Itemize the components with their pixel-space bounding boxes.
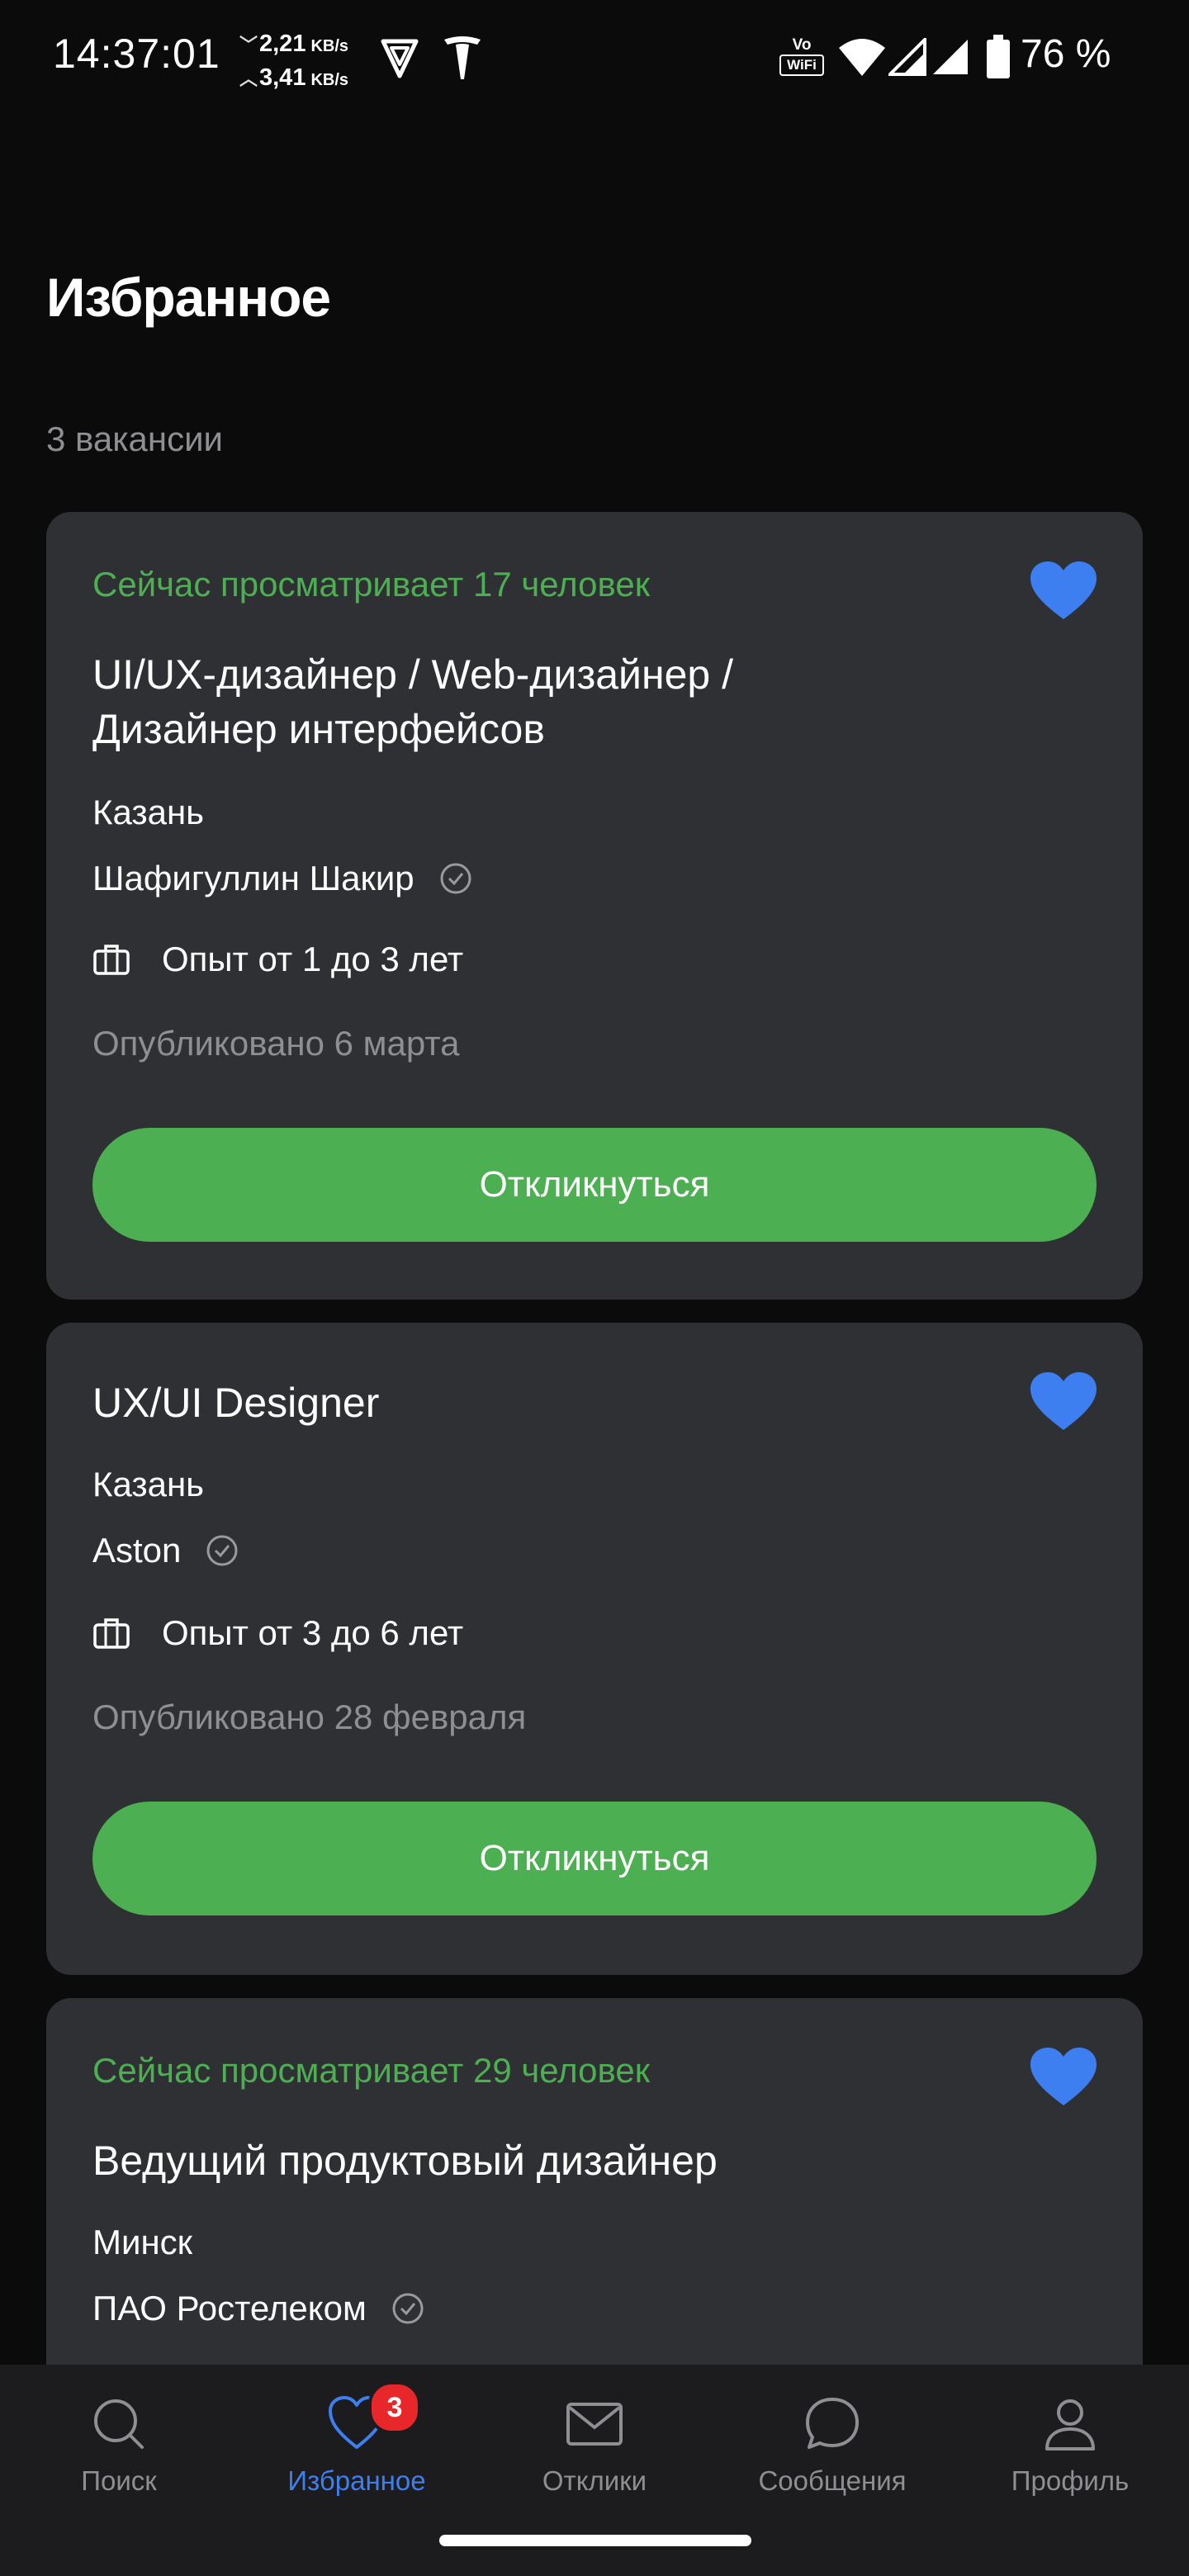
nav-responses[interactable]: Отклики	[476, 2365, 713, 2530]
experience-label: Опыт от 3 до 6 лет	[162, 1613, 464, 1652]
company-name[interactable]: Aston	[92, 1531, 239, 1570]
tesla-icon	[444, 36, 481, 79]
verified-check-icon	[206, 1535, 238, 1566]
company-name[interactable]: Шафигуллин Шакир	[92, 859, 472, 898]
experience: Опыт от 1 до 3 лет	[92, 940, 463, 979]
vacancy-card[interactable]: UX/UI Designer Казань Aston Опыт от 3 до…	[46, 1323, 1143, 1975]
network-speed: ﹀2,21 KB/s ︿3,41 KB/s	[239, 28, 348, 96]
status-bar: 14:37:01 ﹀2,21 KB/s ︿3,41 KB/s Vo WiFi 76 …	[0, 0, 1189, 124]
vacancy-city: Казань	[92, 793, 205, 831]
company-label: ПАО Ростелеком	[92, 2289, 367, 2327]
vacancy-title[interactable]: Ведущий продуктовый дизайнер	[92, 2133, 918, 2188]
user-icon	[1045, 2399, 1095, 2451]
favorite-heart-icon[interactable]	[1030, 561, 1097, 621]
nav-favorites[interactable]: 3 Избранное	[238, 2365, 476, 2530]
vacancy-count: 3 вакансии	[46, 419, 223, 458]
cellular-signal-icon	[888, 38, 926, 76]
viewers-count: Сейчас просматривает 29 человек	[92, 2051, 651, 2090]
nav-favorites-label: Избранное	[287, 2465, 426, 2496]
chat-bubble-icon	[806, 2398, 859, 2449]
vacancy-title[interactable]: UX/UI Designer	[92, 1376, 918, 1430]
company-name[interactable]: ПАО Ростелеком	[92, 2289, 424, 2328]
battery-icon	[987, 35, 1010, 78]
vacancy-city: Минск	[92, 2223, 193, 2261]
vowifi-top: Vo	[792, 36, 812, 54]
published-date: Опубликовано 28 февраля	[92, 1698, 527, 1736]
nav-profile[interactable]: Профиль	[951, 2365, 1189, 2530]
page-title: Избранное	[46, 267, 331, 328]
battery-percent: 76 %	[1021, 32, 1111, 76]
verified-check-icon	[392, 2293, 424, 2324]
verified-check-icon	[440, 863, 471, 894]
respond-button[interactable]: Откликнуться	[92, 1128, 1097, 1242]
vacancy-card[interactable]: Сейчас просматривает 29 человек Ведущий …	[46, 1998, 1143, 2427]
favorite-heart-icon[interactable]	[1030, 2048, 1097, 2107]
company-label: Шафигуллин Шакир	[92, 859, 414, 897]
status-time: 14:37:01	[53, 31, 220, 77]
respond-button[interactable]: Откликнуться	[92, 1802, 1097, 1915]
vowifi-icon: Vo WiFi	[779, 36, 824, 81]
experience-label: Опыт от 1 до 3 лет	[162, 940, 464, 978]
published-date: Опубликовано 6 марта	[92, 1024, 460, 1063]
vowifi-bottom: WiFi	[779, 54, 824, 76]
nav-profile-label: Профиль	[1011, 2465, 1130, 2496]
vacancy-card[interactable]: Сейчас просматривает 17 человек UI/UX-ди…	[46, 512, 1143, 1300]
vpn-shield-icon	[381, 39, 419, 78]
vacancy-title[interactable]: UI/UX-дизайнер / Web-дизайнер / Дизайнер…	[92, 647, 918, 756]
nav-messages-label: Сообщения	[758, 2465, 907, 2496]
upload-arrow-icon: ︿	[239, 69, 258, 89]
upload-speed: 3,41	[259, 64, 306, 91]
envelope-icon	[566, 2403, 623, 2446]
download-unit: KB/s	[310, 37, 349, 55]
experience: Опыт от 3 до 6 лет	[92, 1613, 463, 1653]
favorite-heart-icon[interactable]	[1030, 1372, 1097, 1432]
cellular-signal-2-icon	[933, 40, 968, 74]
viewers-count: Сейчас просматривает 17 человек	[92, 565, 651, 604]
briefcase-icon	[93, 1618, 130, 1649]
nav-responses-label: Отклики	[542, 2465, 647, 2496]
bottom-navigation: Поиск 3 Избранное Отклики Сообщения Проф…	[0, 2365, 1189, 2576]
download-speed: 2,21	[259, 31, 306, 57]
company-label: Aston	[92, 1531, 182, 1570]
vacancy-city: Казань	[92, 1465, 205, 1503]
nav-search[interactable]: Поиск	[0, 2365, 238, 2530]
briefcase-icon	[93, 945, 130, 975]
nav-messages[interactable]: Сообщения	[713, 2365, 951, 2530]
wifi-icon	[839, 39, 885, 76]
home-indicator[interactable]	[439, 2535, 751, 2546]
download-arrow-icon: ﹀	[239, 35, 258, 55]
search-icon	[94, 2399, 144, 2449]
favorites-badge: 3	[368, 2381, 421, 2434]
upload-unit: KB/s	[310, 71, 349, 89]
nav-search-label: Поиск	[81, 2465, 157, 2496]
